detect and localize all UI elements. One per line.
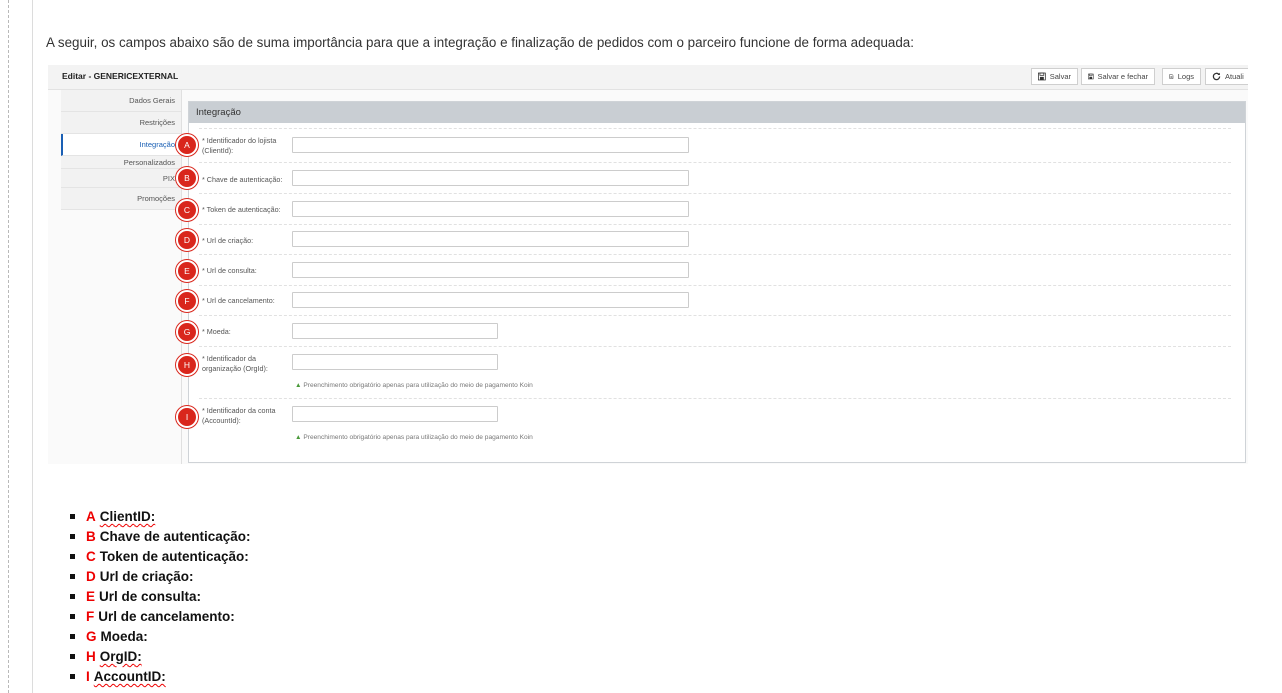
row-divider xyxy=(199,398,1231,399)
list-letter: E xyxy=(86,589,96,604)
row-divider xyxy=(199,162,1231,163)
list-item: C Token de autenticação: xyxy=(68,547,251,567)
list-text: ClientID: xyxy=(99,509,156,524)
token-autenticacao-input[interactable] xyxy=(292,201,689,217)
row-divider xyxy=(199,285,1231,286)
row-divider xyxy=(199,128,1231,129)
label-url-consulta: * Url de consulta: xyxy=(202,266,257,275)
screenshot-header: Editar - GENERICEXTERNAL Salvar Salvar e… xyxy=(48,65,1248,90)
org-id-hint: ▲ Preenchimento obrigatório apenas para … xyxy=(295,382,533,389)
left-border xyxy=(32,0,33,693)
sidebar-item-pix[interactable]: PIX xyxy=(61,169,181,188)
annotation-badge-a: A xyxy=(176,134,198,156)
list-letter: F xyxy=(86,609,95,624)
annotation-badge-c: C xyxy=(176,199,198,221)
field-legend-list: A ClientID: B Chave de autenticação: C Toke… xyxy=(68,507,251,687)
annotation-badge-f: F xyxy=(176,290,198,312)
org-id-input[interactable] xyxy=(292,354,498,370)
list-text: AccountID: xyxy=(93,669,166,684)
embedded-screenshot: Editar - GENERICEXTERNAL Salvar Salvar e… xyxy=(48,65,1248,464)
list-letter: B xyxy=(86,529,96,544)
refresh-label: Atuali xyxy=(1225,72,1244,81)
list-letter: H xyxy=(86,649,96,664)
account-id-hint-text: Preenchimento obrigatório apenas para ut… xyxy=(303,434,533,441)
screenshot-title: Editar - GENERICEXTERNAL xyxy=(62,71,179,81)
client-id-input[interactable] xyxy=(292,137,689,153)
list-item: E Url de consulta: xyxy=(68,587,251,607)
logs-label: Logs xyxy=(1177,72,1194,81)
annotation-badge-e: E xyxy=(176,260,198,282)
refresh-icon xyxy=(1212,72,1221,81)
left-dashed-rule xyxy=(8,0,9,693)
row-divider xyxy=(199,193,1231,194)
row-divider xyxy=(199,346,1231,347)
save-and-close-label: Salvar e fechar xyxy=(1097,72,1148,81)
annotation-badge-b: B xyxy=(176,167,198,189)
list-item: I AccountID: xyxy=(68,667,251,687)
row-divider xyxy=(199,254,1231,255)
sidebar-item-integracao[interactable]: Integração xyxy=(61,134,181,156)
annotation-badge-h: H xyxy=(176,354,198,376)
sidebar-item-promocoes[interactable]: Promoções xyxy=(61,188,181,210)
list-item: A ClientID: xyxy=(68,507,251,527)
url-criacao-input[interactable] xyxy=(292,231,689,247)
save-and-close-button[interactable]: Salvar e fechar xyxy=(1081,68,1155,85)
save-icon xyxy=(1038,72,1046,81)
list-item: H OrgID: xyxy=(68,647,251,667)
sidebar-item-dados-gerais[interactable]: Dados Gerais xyxy=(61,90,181,112)
save-icon xyxy=(1088,73,1094,80)
list-letter: D xyxy=(86,569,96,584)
list-item: D Url de criação: xyxy=(68,567,251,587)
org-id-hint-text: Preenchimento obrigatório apenas para ut… xyxy=(303,382,533,389)
sidebar-item-restricoes[interactable]: Restrições xyxy=(61,112,181,134)
list-item: F Url de cancelamento: xyxy=(68,607,251,627)
list-text: Url de criação: xyxy=(99,569,194,584)
list-item: G Moeda: xyxy=(68,627,251,647)
account-id-input[interactable] xyxy=(292,406,498,422)
label-url-cancelamento: * Url de cancelamento: xyxy=(202,296,275,305)
list-letter: I xyxy=(86,669,90,684)
annotation-badge-g: G xyxy=(176,321,198,343)
url-cancelamento-input[interactable] xyxy=(292,292,689,308)
list-letter: C xyxy=(86,549,96,564)
list-text: Chave de autenticação: xyxy=(99,529,251,544)
url-consulta-input[interactable] xyxy=(292,262,689,278)
label-chave-autenticacao: * Chave de autenticação: xyxy=(202,175,283,184)
account-id-hint: ▲ Preenchimento obrigatório apenas para … xyxy=(295,434,533,441)
document-icon xyxy=(1169,74,1174,79)
row-divider xyxy=(199,315,1231,316)
label-url-criacao: * Url de criação: xyxy=(202,236,254,245)
list-text: Url de consulta: xyxy=(99,589,202,604)
chave-autenticacao-input[interactable] xyxy=(292,170,689,186)
annotation-badge-d: D xyxy=(176,229,198,251)
list-item: B Chave de autenticação: xyxy=(68,527,251,547)
screenshot-sidebar: Dados Gerais Restrições Integração Perso… xyxy=(61,90,181,210)
annotation-badge-i: I xyxy=(176,406,198,428)
sidebar-item-personalizados[interactable]: Personalizados xyxy=(61,156,181,169)
list-letter: A xyxy=(86,509,96,524)
row-divider xyxy=(199,224,1231,225)
panel-title: Integração xyxy=(189,102,1245,123)
refresh-button[interactable]: Atuali xyxy=(1205,68,1248,85)
label-account-id: * Identificador da conta (AccountId): xyxy=(202,406,276,425)
save-label: Salvar xyxy=(1049,72,1071,81)
list-text: Moeda: xyxy=(100,629,148,644)
list-text: OrgID: xyxy=(99,649,142,664)
label-moeda: * Moeda: xyxy=(202,327,231,336)
list-text: Token de autenticação: xyxy=(99,549,249,564)
label-org-id: * Identificador da organização (OrgId): xyxy=(202,354,268,373)
label-token-autenticacao: * Token de autenticação: xyxy=(202,205,281,214)
list-text: Url de cancelamento: xyxy=(98,609,235,624)
label-client-id: * Identificador do lojista (ClientId): xyxy=(202,136,277,155)
save-button[interactable]: Salvar xyxy=(1031,68,1078,85)
logs-button[interactable]: Logs xyxy=(1162,68,1201,85)
intro-text: A seguir, os campos abaixo são de suma i… xyxy=(46,35,914,50)
moeda-input[interactable] xyxy=(292,323,498,339)
list-letter: G xyxy=(86,629,97,644)
integration-panel: Integração * Identificador do lojista (C… xyxy=(188,101,1246,463)
